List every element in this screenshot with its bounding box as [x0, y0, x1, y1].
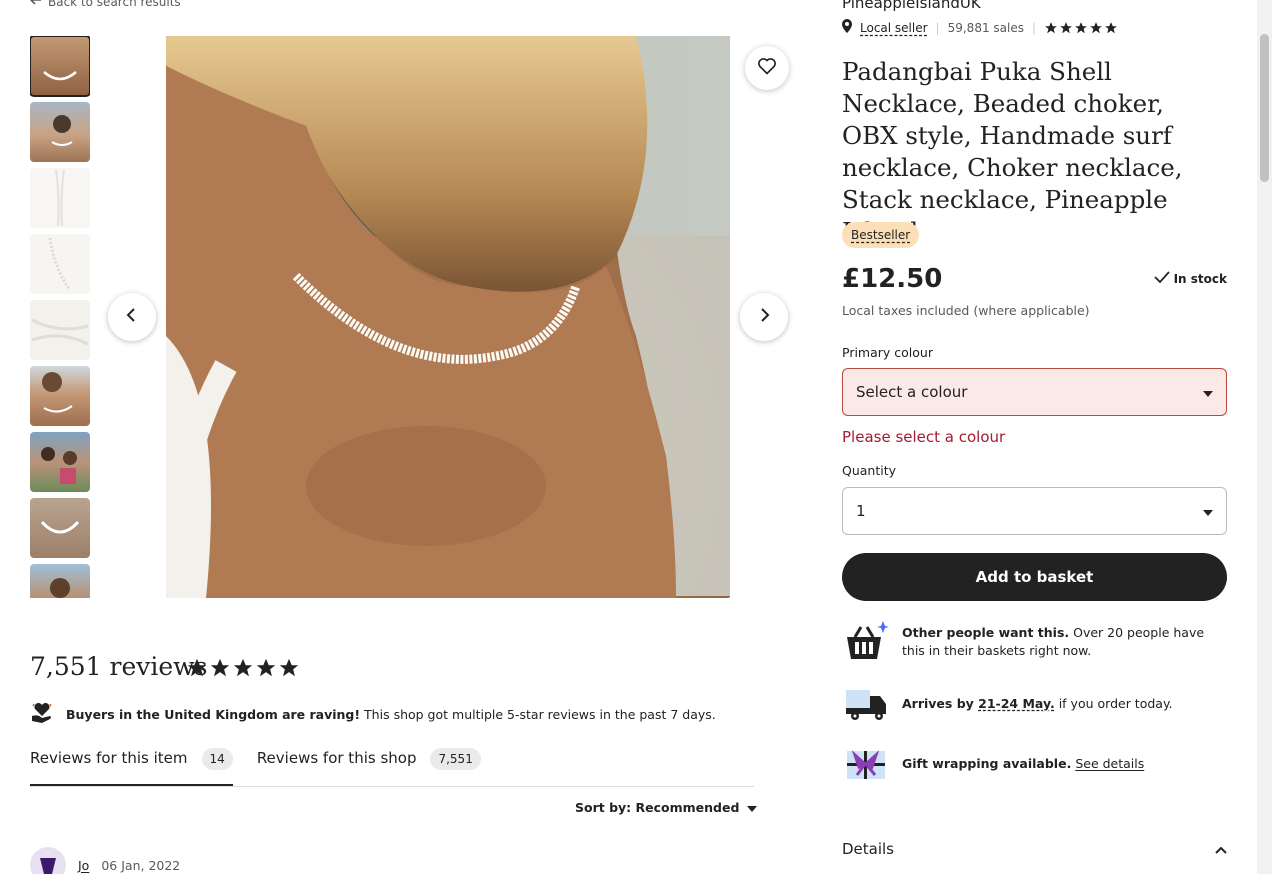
- delivery-notice: Arrives by 21-24 May. if you order today…: [842, 682, 1227, 726]
- product-title: Padangbai Puka Shell Necklace, Beaded ch…: [842, 57, 1183, 246]
- local-seller-link[interactable]: Local seller: [860, 21, 928, 35]
- tax-note: Local taxes included (where applicable): [842, 303, 1090, 318]
- tab-item-count: 14: [201, 748, 233, 770]
- arrives-date-link[interactable]: 21-24 May.: [978, 696, 1055, 711]
- details-accordion[interactable]: Details: [842, 840, 1227, 858]
- previous-image-button[interactable]: [108, 293, 156, 341]
- star-icon: [1105, 21, 1117, 33]
- thumbnail-strip: [30, 36, 90, 598]
- thumbnail-9[interactable]: [30, 564, 90, 598]
- divider: |: [1031, 20, 1037, 35]
- chevron-right-icon: [756, 307, 772, 327]
- demand-bold: Other people want this.: [902, 625, 1070, 640]
- next-image-button[interactable]: [740, 293, 788, 341]
- tab-shop-label: Reviews for this shop: [256, 749, 417, 767]
- heart-hand-icon: [30, 702, 54, 727]
- checkmark-icon: [1153, 270, 1170, 287]
- gift-wrap-notice: Gift wrapping available. See details: [842, 742, 1227, 786]
- shop-meta: Local seller | 59,881 sales |: [842, 19, 1118, 36]
- star-icon: [233, 658, 253, 677]
- bestseller-badge[interactable]: Bestseller: [842, 222, 920, 248]
- gift-text: Gift wrapping available. See details: [902, 755, 1144, 773]
- gift-bold: Gift wrapping available.: [902, 756, 1072, 771]
- tab-reviews-for-shop[interactable]: Reviews for this shop 7,551: [257, 745, 481, 786]
- location-pin-icon: [842, 19, 852, 36]
- reviews-tabs: Reviews for this item 14 Reviews for thi…: [30, 745, 754, 787]
- chevron-left-icon: [124, 307, 140, 327]
- thumbnail-2[interactable]: [30, 102, 90, 162]
- tab-shop-count: 7,551: [430, 748, 481, 770]
- star-icon: [187, 658, 207, 677]
- delivery-text: Arrives by 21-24 May. if you order today…: [902, 695, 1173, 713]
- thumbnail-8[interactable]: [30, 498, 90, 558]
- back-link-label: Back to search results: [48, 0, 181, 9]
- tab-reviews-for-item[interactable]: Reviews for this item 14: [30, 745, 233, 786]
- colour-label: Primary colour: [842, 345, 933, 360]
- quantity-label: Quantity: [842, 463, 897, 478]
- main-product-image: [166, 36, 730, 598]
- arrow-left-icon: [29, 0, 42, 9]
- stock-status: In stock: [1153, 270, 1227, 287]
- raving-detail: This shop got multiple 5-star reviews in…: [360, 707, 716, 722]
- demand-text: Other people want this. Over 20 people h…: [902, 624, 1227, 660]
- sort-label: Sort by: Recommended: [575, 800, 740, 815]
- colour-select[interactable]: Select a colour: [842, 368, 1227, 416]
- review-date: 06 Jan, 2022: [101, 857, 181, 873]
- tab-item-label: Reviews for this item: [30, 749, 188, 767]
- heart-icon: [757, 56, 777, 80]
- add-to-basket-button[interactable]: Add to basket: [842, 553, 1227, 601]
- arrives-prefix: Arrives by: [902, 696, 979, 711]
- stock-label: In stock: [1173, 271, 1227, 286]
- caret-down-icon: [1203, 502, 1213, 520]
- raving-text: Buyers in the United Kingdom are raving!…: [66, 707, 716, 722]
- star-icon: [1075, 21, 1087, 33]
- shop-rating-stars[interactable]: [1044, 21, 1118, 35]
- page-scrollbar[interactable]: [1257, 0, 1272, 874]
- demand-notice: Other people want this. Over 20 people h…: [842, 620, 1227, 664]
- reviews-rating-stars: [186, 657, 300, 679]
- favorite-button[interactable]: [745, 46, 789, 90]
- thumbnail-1[interactable]: [30, 36, 90, 97]
- reviewer-name-link[interactable]: Jo: [78, 858, 89, 873]
- sales-count: 59,881 sales: [947, 20, 1024, 35]
- quantity-select[interactable]: 1: [842, 487, 1227, 535]
- star-icon: [256, 658, 276, 677]
- star-icon: [210, 658, 230, 677]
- see-details-link[interactable]: See details: [1075, 756, 1144, 771]
- back-to-search-link[interactable]: Back to search results: [29, 0, 181, 9]
- star-icon: [1090, 21, 1102, 33]
- shop-name-link[interactable]: PineappleIslandUK: [842, 0, 981, 12]
- review-header: Jo 06 Jan, 2022: [30, 847, 180, 874]
- product-price: £12.50: [842, 264, 943, 294]
- scrollbar-thumb[interactable]: [1260, 34, 1269, 182]
- basket-icon: [842, 620, 890, 664]
- sort-dropdown[interactable]: Sort by: Recommended: [575, 800, 758, 815]
- caret-down-icon: [1203, 383, 1213, 401]
- chevron-up-icon: [1215, 840, 1227, 858]
- thumbnail-6[interactable]: [30, 366, 90, 426]
- star-icon: [279, 658, 299, 677]
- delivery-truck-icon: [842, 682, 890, 726]
- divider: |: [935, 20, 940, 35]
- gift-icon: [842, 742, 890, 786]
- raving-notice: Buyers in the United Kingdom are raving!…: [30, 702, 716, 727]
- thumbnail-3[interactable]: [30, 168, 90, 228]
- colour-select-value: Select a colour: [856, 383, 968, 401]
- reviews-count: 7,551 reviews: [30, 652, 208, 681]
- avatar[interactable]: [30, 847, 66, 874]
- details-label: Details: [842, 840, 895, 858]
- star-icon: [1060, 21, 1072, 33]
- quantity-select-value: 1: [856, 502, 866, 520]
- raving-bold: Buyers in the United Kingdom are raving!: [66, 707, 361, 722]
- thumbnail-4[interactable]: [30, 234, 90, 294]
- caret-down-icon: [747, 800, 758, 815]
- thumbnail-5[interactable]: [30, 300, 90, 360]
- star-icon: [1045, 21, 1057, 33]
- colour-error-message: Please select a colour: [842, 428, 1006, 446]
- arrives-suffix: if you order today.: [1054, 696, 1173, 711]
- thumbnail-7[interactable]: [30, 432, 90, 492]
